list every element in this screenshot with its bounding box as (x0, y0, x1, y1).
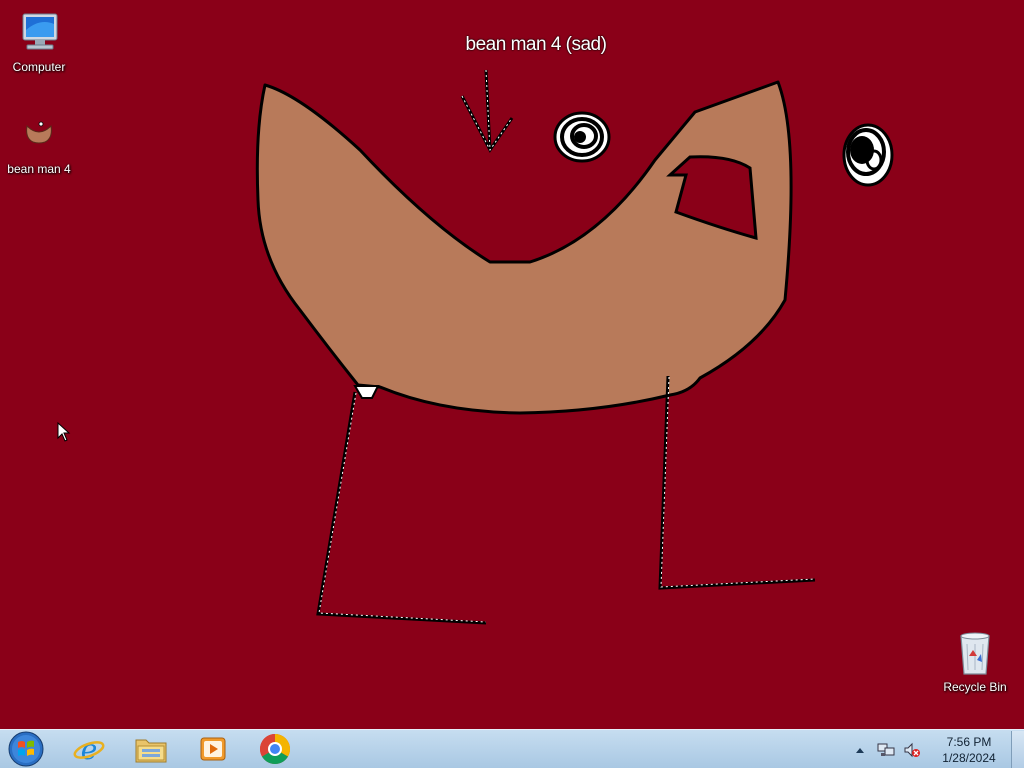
file-explorer-icon (135, 739, 167, 763)
taskbar-media-player[interactable] (186, 731, 240, 767)
desktop-icon-label: bean man 4 (7, 162, 71, 176)
chrome-icon (259, 734, 291, 765)
recycle-bin-icon (951, 630, 999, 678)
desktop-wallpaper: bean man 4 (sad) (0, 0, 1024, 729)
volume-muted-icon[interactable] (902, 740, 922, 760)
svg-text:e: e (81, 733, 98, 765)
bean-body (255, 80, 793, 415)
network-icon[interactable] (876, 740, 896, 760)
desktop-icon-bean-man-4[interactable]: bean man 4 (1, 112, 77, 176)
desktop-icon-computer[interactable]: Computer (1, 10, 77, 74)
desktop-icon-label: Recycle Bin (943, 680, 1007, 694)
right-leg-highlight (660, 376, 816, 588)
wallpaper-caption: bean man 4 (sad) (465, 34, 607, 55)
taskbar: e 7:56 PM 1/28/2024 (0, 729, 1024, 768)
clock-date: 1/28/2024 (942, 750, 996, 765)
taskbar-chrome[interactable] (248, 731, 302, 767)
desktop-icon-label: Computer (12, 60, 66, 74)
start-button[interactable] (6, 731, 46, 767)
mouse-cursor-icon (57, 421, 71, 447)
left-leg-highlight (318, 392, 487, 623)
taskbar-file-explorer[interactable] (124, 731, 178, 767)
up-arrow-icon[interactable] (850, 740, 870, 760)
clock[interactable]: 7:56 PM 1/28/2024 (931, 734, 1007, 766)
computer-icon (15, 10, 63, 58)
right-leg (658, 375, 816, 590)
bean-man-drawing (255, 69, 894, 625)
media-player-icon (200, 737, 226, 761)
desktop-icon-recycle-bin[interactable]: Recycle Bin (937, 630, 1013, 694)
system-tray: 7:56 PM 1/28/2024 (847, 730, 1024, 768)
internet-explorer-icon: e (73, 733, 105, 765)
taskbar-internet-explorer[interactable]: e (62, 731, 116, 767)
clock-time: 7:56 PM (946, 734, 992, 749)
show-desktop-button[interactable] (1011, 731, 1024, 768)
windows-logo-icon (8, 731, 44, 767)
left-leg (316, 391, 487, 625)
bean-foot-blob (353, 385, 380, 399)
image-icon (15, 112, 63, 160)
scribble-eye-right (842, 123, 894, 187)
scribble-eye-left (553, 111, 611, 163)
